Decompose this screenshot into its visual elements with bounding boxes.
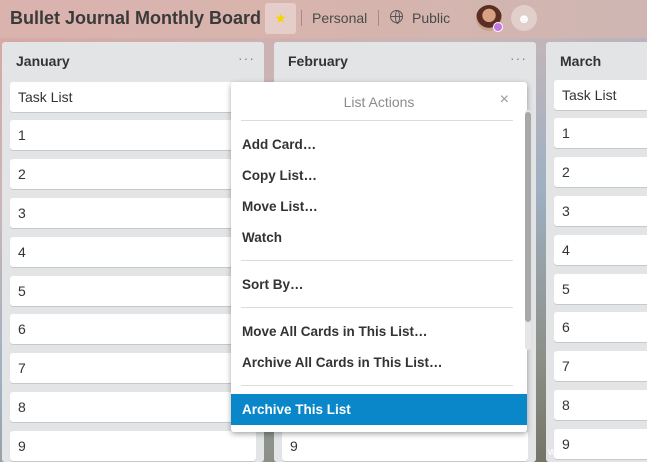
list-card[interactable]: 1 — [554, 118, 647, 148]
list-card[interactable]: 4 — [554, 235, 647, 265]
header-divider — [301, 10, 302, 26]
team-button[interactable]: Personal — [312, 10, 367, 26]
menu-item-archive-all-cards[interactable]: Archive All Cards in This List… — [242, 355, 443, 370]
menu-item-move-list[interactable]: Move List… — [242, 199, 318, 214]
list-title[interactable]: February — [288, 53, 348, 69]
popover-divider — [241, 120, 513, 121]
list-card[interactable]: 8 — [554, 390, 647, 420]
globe-icon — [390, 10, 403, 24]
list-card[interactable]: 9 — [10, 431, 256, 461]
list-card[interactable]: 3 — [10, 198, 256, 228]
list-card[interactable]: 7 — [554, 351, 647, 381]
header-divider — [378, 10, 379, 26]
list-card[interactable]: 2 — [554, 157, 647, 187]
list-title[interactable]: March — [560, 53, 601, 69]
watermark: www.989214.com — [548, 446, 635, 458]
scrollbar-thumb[interactable] — [525, 112, 531, 322]
list-card[interactable]: Task List — [554, 80, 647, 110]
list-card[interactable]: 9 — [282, 431, 528, 461]
close-icon[interactable]: × — [500, 91, 509, 109]
menu-item-add-card[interactable]: Add Card… — [242, 137, 316, 152]
board-header: Bullet Journal Monthly Board ★ Personal … — [0, 0, 647, 38]
menu-item-sort-by[interactable]: Sort By… — [242, 277, 304, 292]
list-card[interactable]: 6 — [554, 312, 647, 342]
visibility-button[interactable]: Public — [412, 10, 450, 26]
list-card[interactable]: 1 — [10, 120, 256, 150]
list-card[interactable]: 5 — [10, 276, 256, 306]
board-title[interactable]: Bullet Journal Monthly Board — [10, 8, 261, 29]
list-card[interactable]: Task List — [10, 82, 256, 112]
list-card[interactable]: 2 — [10, 159, 256, 189]
list-title[interactable]: January — [16, 53, 70, 69]
member-badge-icon — [493, 22, 503, 32]
popover-divider — [241, 260, 513, 261]
list-card[interactable]: 4 — [10, 237, 256, 267]
list-card[interactable]: 6 — [10, 314, 256, 344]
list-card[interactable]: 3 — [554, 196, 647, 226]
list-menu-icon[interactable]: ··· — [238, 50, 255, 66]
popover-title: List Actions — [343, 94, 415, 110]
menu-item-move-all-cards[interactable]: Move All Cards in This List… — [242, 324, 428, 339]
add-member-icon[interactable]: ☻ — [511, 5, 537, 31]
popover-divider — [241, 307, 513, 308]
list-card[interactable]: 8 — [10, 392, 256, 422]
list-card[interactable]: 5 — [554, 274, 647, 304]
menu-item-watch[interactable]: Watch — [242, 230, 282, 245]
list-card[interactable]: 7 — [10, 353, 256, 383]
star-icon[interactable]: ★ — [265, 3, 296, 34]
list-menu-icon[interactable]: ··· — [510, 50, 527, 66]
popover-divider — [241, 385, 513, 386]
menu-item-copy-list[interactable]: Copy List… — [242, 168, 317, 183]
list-actions-popover: List Actions × Add Card… Copy List… Move… — [231, 82, 527, 432]
menu-item-archive-list[interactable]: Archive This List — [231, 394, 527, 425]
